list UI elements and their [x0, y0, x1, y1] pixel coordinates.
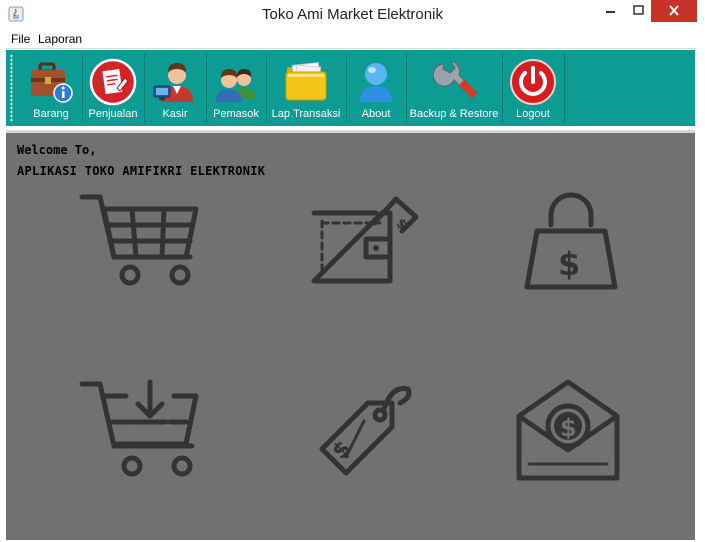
app-name: APLIKASI TOKO AMIFIKRI ELEKTRONIK [17, 164, 266, 178]
minimize-button[interactable] [598, 0, 624, 22]
briefcase-info-icon [31, 62, 73, 103]
toolbar-backup-restore-label: Backup & Restore [409, 108, 499, 120]
cart-download-icon [79, 379, 199, 477]
toolbar-logout-label: Logout [516, 108, 550, 120]
toolbar-laptransaksi-button[interactable]: Lap.Transaksi [267, 52, 345, 124]
svg-text:$: $ [558, 245, 580, 283]
suppliers-users-icon [216, 69, 256, 102]
price-tag-icon: $ [319, 385, 412, 476]
power-icon [510, 59, 556, 105]
maximize-icon [633, 5, 644, 15]
menu-file[interactable]: File [11, 32, 30, 46]
toolbar-kasir-button[interactable]: Kasir [145, 52, 205, 124]
shopping-bag-dollar-icon: $ [524, 192, 618, 290]
menu-bar: File Laporan [6, 30, 695, 49]
about-user-icon [360, 63, 392, 102]
toolbar-laptransaksi-label: Lap.Transaksi [271, 108, 341, 120]
wallet-icon: $ [311, 196, 419, 284]
title-bar: Toko Ami Market Elektronik [0, 0, 705, 30]
cashier-user-icon [153, 63, 193, 102]
toolbar-backup-restore-button[interactable]: Backup & Restore [407, 52, 501, 124]
sales-document-icon [89, 58, 137, 106]
menu-laporan[interactable]: Laporan [38, 32, 82, 46]
toolbar-penjualan-label: Penjualan [88, 108, 138, 120]
toolbar-barang-label: Barang [33, 108, 69, 120]
maximize-button[interactable] [626, 0, 650, 22]
toolbar-separator [564, 54, 565, 122]
toolbar-about-label: About [361, 108, 391, 120]
minimize-icon [606, 11, 615, 13]
toolbar-logout-button[interactable]: Logout [503, 52, 563, 124]
welcome-text: Welcome To, [17, 143, 97, 157]
toolbar-grip[interactable] [10, 54, 13, 122]
toolbar: Barang Penjualan Kasir Pemasok Lap.Trans… [6, 50, 695, 126]
shopping-cart-icon [79, 194, 199, 286]
transaction-folder-icon [285, 62, 327, 101]
svg-text:$: $ [560, 414, 577, 442]
main-content: Welcome To, APLIKASI TOKO AMIFIKRI ELEKT… [6, 130, 695, 540]
envelope-dollar-icon: $ [516, 379, 620, 481]
toolbar-about-button[interactable]: About [347, 52, 405, 124]
svg-text:$: $ [393, 216, 410, 233]
toolbar-pemasok-button[interactable]: Pemasok [207, 52, 265, 124]
window-edge [695, 30, 705, 542]
toolbar-penjualan-button[interactable]: Penjualan [83, 52, 143, 124]
toolbar-kasir-label: Kasir [162, 108, 188, 120]
close-icon [669, 5, 679, 16]
toolbar-pemasok-label: Pemasok [213, 108, 259, 120]
toolbar-barang-button[interactable]: Barang [21, 52, 81, 124]
wrench-icon [432, 60, 478, 99]
close-button[interactable] [651, 0, 697, 22]
